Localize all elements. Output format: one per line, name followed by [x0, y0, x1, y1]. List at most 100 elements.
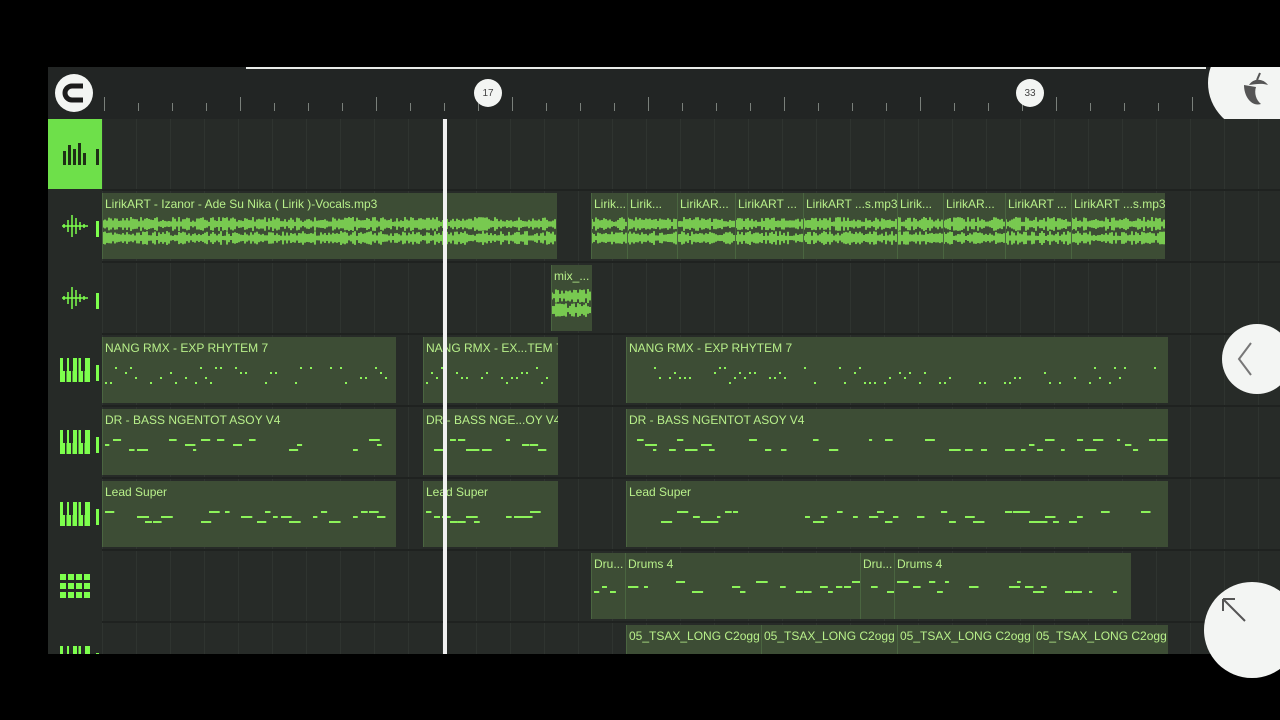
bar-marker-17[interactable]: 17 — [474, 79, 502, 107]
audio-clip[interactable]: Lirik... — [591, 193, 628, 259]
ruler-tick — [274, 103, 275, 111]
track-header-3[interactable] — [48, 263, 102, 333]
clip-title: LirikAR... — [680, 197, 729, 211]
track-header-2[interactable] — [48, 191, 102, 261]
clip-title: Drums 4 — [628, 557, 674, 571]
piano-keys-icon — [60, 502, 90, 526]
magnet-icon — [62, 83, 83, 103]
ruler-tick — [546, 103, 547, 111]
ruler-tick — [138, 103, 139, 111]
ruler-tick — [886, 103, 887, 111]
clip-title: DR - BASS NGENTOT ASOY V4 — [629, 413, 805, 427]
clip-title: mix_... — [554, 269, 590, 283]
track-mute-marker[interactable] — [96, 509, 99, 525]
fl-fruit-logo[interactable] — [1206, 67, 1280, 119]
audio-clip[interactable]: Lirik... — [897, 193, 944, 259]
track-mute-marker[interactable] — [96, 293, 99, 309]
track-mute-marker[interactable] — [96, 653, 99, 654]
track-lane-6[interactable]: Lead Super Lead Super Lead Super — [102, 479, 1280, 551]
ruler-tick — [920, 97, 921, 111]
clip-title: Drums 4 — [897, 557, 943, 571]
clip-title: 05_TSAX_LONG C2ogg — [900, 629, 1031, 643]
clip-title: LirikART ...s.mp3 — [1074, 197, 1165, 211]
pattern-clip[interactable]: NANG RMX - EXP RHYTEM 7 — [626, 337, 1168, 403]
pattern-clip[interactable]: Dru... — [591, 553, 626, 619]
playhead[interactable] — [443, 119, 447, 654]
ruler-tick — [852, 103, 853, 111]
clip-title: Lead Super — [426, 485, 489, 499]
timeline-ruler-bar: 17 33 — [48, 67, 1280, 119]
playlist-lanes[interactable]: LirikART - Izanor - Ade Su Nika ( Lirik … — [102, 119, 1280, 654]
pattern-clip[interactable]: Lead Super — [102, 481, 396, 547]
track-lane-8[interactable]: 05_TSAX_LONG C2ogg 05_TSAX_LONG C2ogg 05_T… — [102, 623, 1280, 654]
note-preview — [661, 511, 1151, 523]
audio-clip[interactable]: LirikART ... — [735, 193, 804, 259]
ruler-tick — [206, 103, 207, 111]
audio-clip[interactable]: LirikART - Izanor - Ade Su Nika ( Lirik … — [102, 193, 557, 259]
audio-clip[interactable]: LirikAR... — [943, 193, 1006, 259]
ruler-tick — [172, 103, 173, 111]
clip-title: Lead Super — [629, 485, 692, 499]
ruler-tick — [648, 97, 649, 111]
ruler-tick — [580, 103, 581, 111]
pattern-clip[interactable]: 05_TSAX_LONG C2ogg — [897, 625, 1034, 654]
track-lane-7[interactable]: Dru... Drums 4 Dru... Drums 4 — [102, 551, 1280, 623]
ruler-tick — [682, 103, 683, 111]
pattern-clip[interactable]: Drums 4 — [894, 553, 1131, 619]
track-lane-4[interactable]: NANG RMX - EXP RHYTEM 7 NANG RMX - EX...T… — [102, 335, 1280, 407]
track-lane-2[interactable]: LirikART - Izanor - Ade Su Nika ( Lirik … — [102, 191, 1280, 263]
track-header-6[interactable] — [48, 479, 102, 549]
track-lane-5[interactable]: DR - BASS NGENTOT ASOY V4 DR - BASS NGE..… — [102, 407, 1280, 479]
track-header-8[interactable] — [48, 623, 102, 654]
audio-clip[interactable]: LirikART ...s.mp3 — [803, 193, 898, 259]
pattern-clip[interactable]: NANG RMX - EXP RHYTEM 7 — [102, 337, 396, 403]
clip-title: LirikAR... — [946, 197, 995, 211]
pattern-clip[interactable]: 05_TSAX_LONG C2ogg — [761, 625, 898, 654]
ruler-tick — [104, 97, 105, 111]
audio-clip[interactable]: LirikART ... — [1005, 193, 1072, 259]
clip-title: 05_TSAX_LONG C2ogg — [1036, 629, 1167, 643]
bar-marker-33[interactable]: 33 — [1016, 79, 1044, 107]
clip-title: LirikART ...s.mp3 — [806, 197, 898, 211]
clip-title: Dru... — [594, 557, 624, 571]
track-mute-marker[interactable] — [96, 437, 99, 453]
ruler-tick — [512, 97, 513, 111]
track-mute-marker[interactable] — [96, 149, 99, 165]
pattern-clip[interactable]: 05_TSAX_LONG C2ogg — [626, 625, 762, 654]
track-header-7[interactable] — [48, 551, 102, 621]
track-mute-marker[interactable] — [96, 221, 99, 237]
track-header-4[interactable] — [48, 335, 102, 405]
audio-clip[interactable]: LirikART ...s.mp3 — [1071, 193, 1165, 259]
step-grid-icon — [60, 574, 90, 598]
track-header-5[interactable] — [48, 407, 102, 477]
clip-title: 05_TSAX_LONG C2ogg — [764, 629, 895, 643]
track-lane-3[interactable]: mix_... — [102, 263, 1280, 335]
ruler-tick — [1158, 103, 1159, 111]
audio-clip[interactable]: mix_... — [551, 265, 592, 331]
pattern-clip[interactable]: Lead Super — [626, 481, 1168, 547]
track-lane-1[interactable] — [102, 119, 1280, 191]
ruler-tick — [1124, 103, 1125, 111]
pattern-clip[interactable]: 05_TSAX_LONG C2ogg — [1033, 625, 1168, 654]
arrow-up-left-icon — [1222, 598, 1246, 622]
piano-keys-icon — [60, 430, 90, 454]
clip-title: Lirik... — [630, 197, 663, 211]
pattern-clip[interactable]: DR - BASS NGENTOT ASOY V4 — [626, 409, 1168, 475]
playlist-window: 17 33 LirikART - Izanor - Ade Su Nika ( … — [48, 67, 1280, 654]
audio-clip[interactable]: LirikAR... — [677, 193, 736, 259]
ruler-tick — [1090, 103, 1091, 111]
pattern-clip[interactable]: Dru... — [860, 553, 895, 619]
clip-title: Lead Super — [105, 485, 168, 499]
snap-button[interactable] — [55, 74, 93, 112]
track-mute-marker[interactable] — [96, 365, 99, 381]
chevron-left-icon — [1237, 342, 1252, 376]
clip-title: 05_TSAX_LONG C2ogg — [629, 629, 760, 643]
track-headers — [48, 119, 102, 654]
audio-wave-icon — [62, 215, 88, 237]
pattern-clip[interactable]: DR - BASS NGENTOT ASOY V4 — [102, 409, 396, 475]
ruler-tick — [614, 103, 615, 111]
clip-title: LirikART - Izanor - Ade Su Nika ( Lirik … — [105, 197, 378, 211]
piano-keys-icon — [60, 358, 90, 382]
track-header-1[interactable] — [48, 119, 102, 189]
timeline-ruler[interactable] — [104, 67, 1227, 119]
